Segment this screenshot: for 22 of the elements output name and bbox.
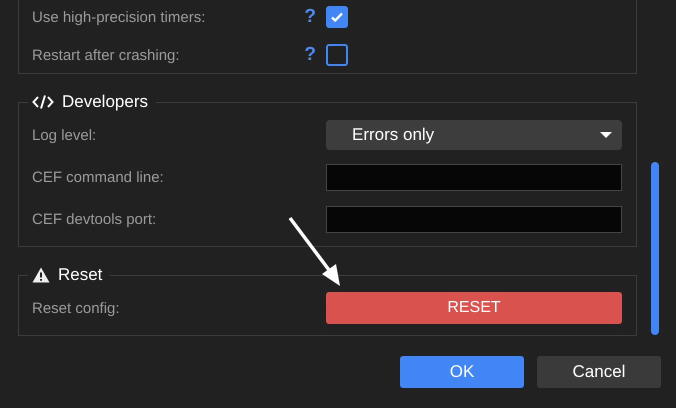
log-level-dropdown[interactable]: Errors only [326,120,622,150]
field-label: Reset config: [32,300,120,316]
field-label: CEF command line: [32,168,164,186]
field-label: CEF devtools port: [32,210,156,228]
caret-icon [600,132,612,138]
checkbox[interactable] [326,44,348,66]
ok-button[interactable]: OK [400,356,524,388]
code-icon [32,94,54,110]
input-field[interactable] [326,164,622,190]
option-label: Restart after crashing: [32,46,180,64]
section-title: Developers [62,92,148,112]
help-link[interactable]: ? [304,44,316,66]
scrollbar[interactable] [651,162,659,335]
reset-button[interactable]: RESET [326,292,622,324]
input-field[interactable] [326,206,622,232]
checkbox[interactable] [326,6,348,28]
warning-icon [32,267,50,283]
help-link[interactable]: ? [304,6,316,28]
section-title: Reset [58,265,102,285]
cancel-button[interactable]: Cancel [537,356,661,388]
field-label: Log level: [32,126,96,144]
option-label: Use high-precision timers: [32,8,206,26]
